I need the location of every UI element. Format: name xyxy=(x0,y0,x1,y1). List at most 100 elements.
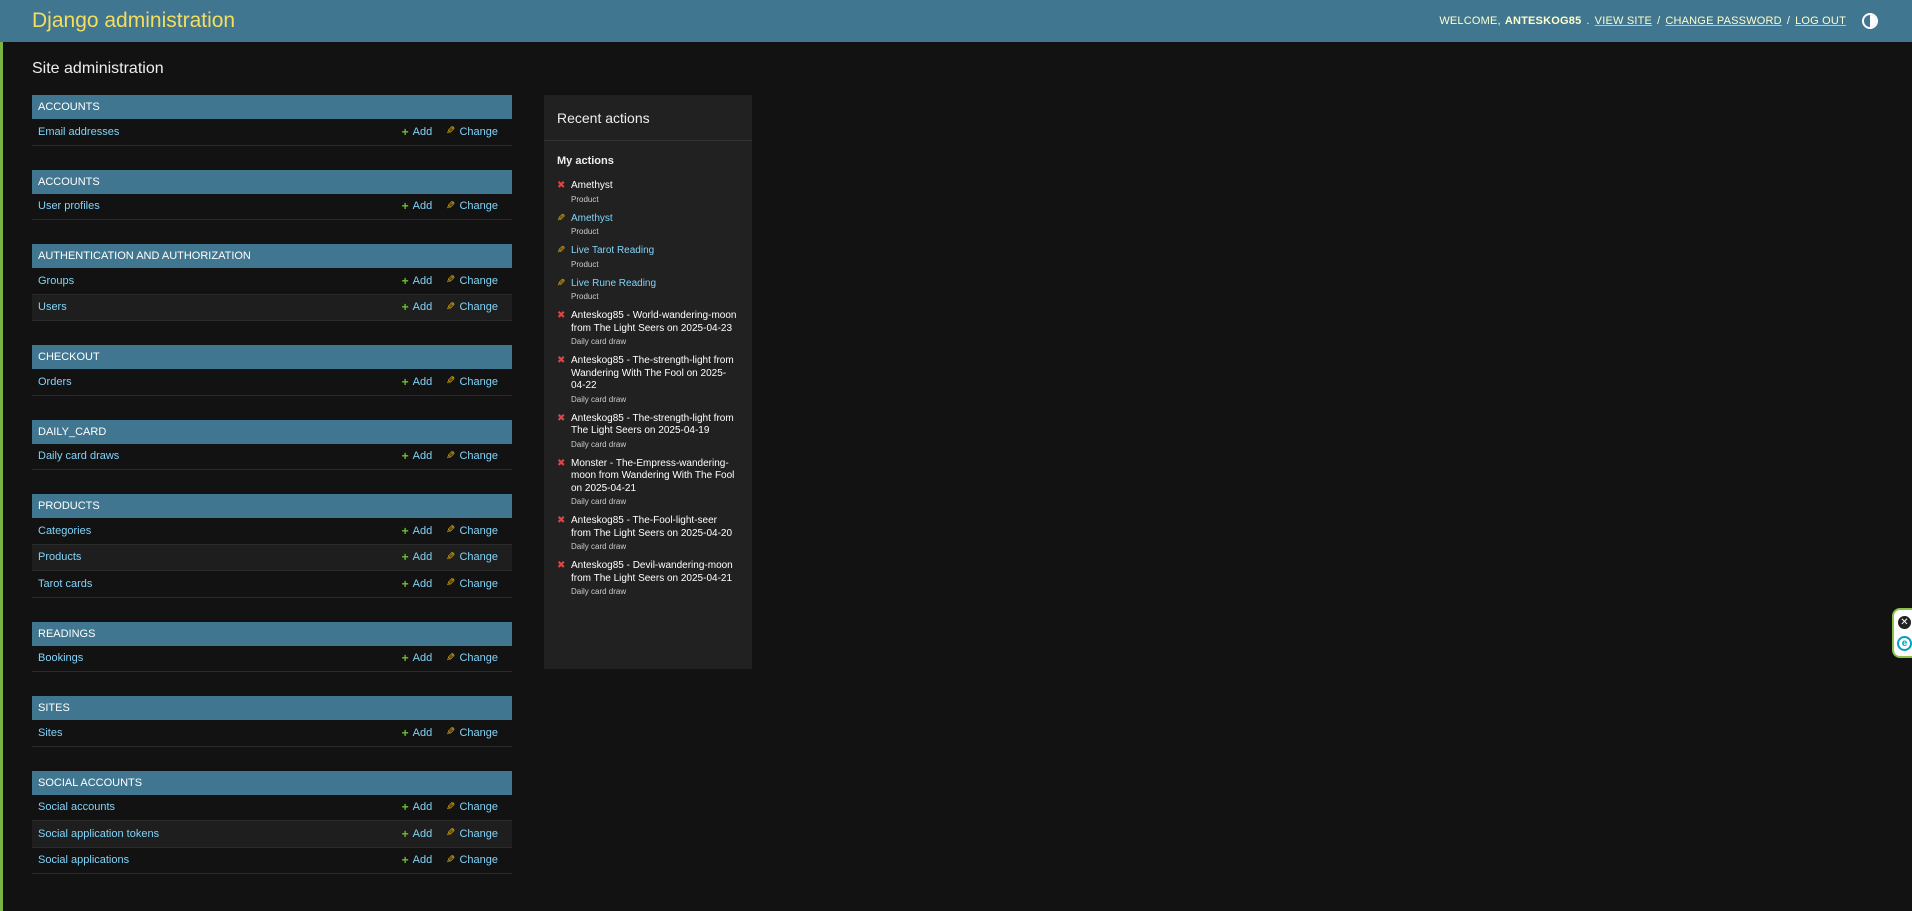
action-text: Live Rune Reading Product xyxy=(571,278,739,302)
module-caption[interactable]: Accounts xyxy=(32,95,512,119)
model-link[interactable]: Categories xyxy=(38,525,402,537)
add-label: Add xyxy=(412,274,433,287)
action-content-type: Product xyxy=(571,292,599,301)
change-label: Change xyxy=(459,274,498,287)
delete-x-icon: ✖ xyxy=(557,560,566,571)
change-link[interactable]: ✎ Change xyxy=(446,652,498,665)
change-link[interactable]: ✎ Change xyxy=(446,450,498,463)
change-label: Change xyxy=(459,801,498,814)
add-link[interactable]: + Add xyxy=(402,450,433,462)
add-link[interactable]: + Add xyxy=(402,525,433,537)
change-link[interactable]: ✎ Change xyxy=(446,726,498,739)
model-link[interactable]: Products xyxy=(38,551,402,563)
action-object-name[interactable]: Live Rune Reading xyxy=(571,278,739,291)
model-link[interactable]: Users xyxy=(38,301,402,313)
module-caption[interactable]: Authentication and Authorization xyxy=(32,244,512,268)
module-caption[interactable]: Sites xyxy=(32,696,512,720)
action-object-name[interactable]: Live Tarot Reading xyxy=(571,245,739,258)
recent-action-item: ✖ Anteskog85 - Devil-wandering-moon from … xyxy=(544,555,752,600)
change-label: Change xyxy=(459,551,498,564)
model-link[interactable]: Social applications xyxy=(38,854,402,866)
add-link[interactable]: + Add xyxy=(402,854,433,866)
left-accent-bar xyxy=(0,0,3,911)
site-brand[interactable]: Django administration xyxy=(32,9,235,33)
app-module: Checkout Orders + Add ✎ Change xyxy=(32,345,512,396)
add-link[interactable]: + Add xyxy=(402,652,433,664)
site-header: Django administration Welcome, ANTESKOG8… xyxy=(0,0,1912,42)
model-link[interactable]: Bookings xyxy=(38,652,402,664)
model-link[interactable]: Daily card draws xyxy=(38,450,402,462)
change-link[interactable]: ✎ Change xyxy=(446,375,498,388)
side-widget[interactable]: ✕ e xyxy=(1892,608,1912,658)
change-link[interactable]: ✎ Change xyxy=(446,274,498,287)
close-circle-icon[interactable]: ✕ xyxy=(1898,616,1911,629)
change-link[interactable]: ✎ Change xyxy=(446,827,498,840)
add-link[interactable]: + Add xyxy=(402,301,433,313)
pencil-icon: ✎ xyxy=(446,524,456,537)
module-caption[interactable]: Accounts xyxy=(32,169,512,194)
change-link[interactable]: ✎ Change xyxy=(446,854,498,867)
plus-icon: + xyxy=(401,725,409,740)
add-link[interactable]: + Add xyxy=(402,801,433,813)
change-link[interactable]: ✎ Change xyxy=(446,577,498,590)
model-link[interactable]: Sites xyxy=(38,727,402,739)
plus-icon: + xyxy=(401,199,409,214)
add-link[interactable]: + Add xyxy=(402,376,433,388)
model-link[interactable]: Social accounts xyxy=(38,801,402,813)
recent-action-item: ✎ Amethyst Product xyxy=(544,208,752,241)
recent-action-item: ✎ Live Tarot Reading Product xyxy=(544,240,752,273)
action-object-name[interactable]: Amethyst xyxy=(571,213,739,226)
action-object-name: Anteskog85 - World-wandering-moon from T… xyxy=(571,310,737,334)
change-link[interactable]: ✎ Change xyxy=(446,551,498,564)
change-link[interactable]: ✎ Change xyxy=(446,524,498,537)
model-link[interactable]: User profiles xyxy=(38,200,402,212)
welcome-text: Welcome, xyxy=(1439,15,1501,27)
module-caption[interactable]: Checkout xyxy=(32,345,512,369)
module-caption[interactable]: Social Accounts xyxy=(32,770,512,795)
plus-icon: + xyxy=(401,374,409,389)
change-link[interactable]: ✎ Change xyxy=(446,200,498,213)
pencil-icon: ✎ xyxy=(446,577,456,590)
change-link[interactable]: ✎ Change xyxy=(446,300,498,314)
theme-toggle-icon[interactable] xyxy=(1862,13,1878,29)
delete-x-icon: ✖ xyxy=(557,412,566,424)
plus-icon: + xyxy=(401,523,409,538)
pencil-icon: ✎ xyxy=(557,245,566,256)
view-site-link[interactable]: View site xyxy=(1595,15,1652,27)
add-link[interactable]: + Add xyxy=(402,275,433,287)
module-caption[interactable]: Products xyxy=(32,494,512,518)
action-text: Anteskog85 - The-strength-light from Wan… xyxy=(571,355,739,404)
add-link[interactable]: + Add xyxy=(402,828,433,840)
add-link[interactable]: + Add xyxy=(402,126,433,138)
add-link[interactable]: + Add xyxy=(402,200,433,212)
change-label: Change xyxy=(459,200,498,213)
change-password-link[interactable]: Change password xyxy=(1665,15,1781,27)
action-object-name: Monster - The-Empress-wandering-moon fro… xyxy=(571,457,735,494)
model-link[interactable]: Social application tokens xyxy=(38,828,402,840)
pencil-icon: ✎ xyxy=(557,277,566,289)
recent-action-item: ✖ Anteskog85 - The-Fool-light-seer from T… xyxy=(544,510,752,555)
pencil-icon: ✎ xyxy=(446,300,456,313)
model-link[interactable]: Tarot cards xyxy=(38,578,402,590)
action-content-type: Daily card draw xyxy=(571,394,627,404)
change-link[interactable]: ✎ Change xyxy=(446,125,498,138)
add-link[interactable]: + Add xyxy=(402,551,433,563)
extension-e-icon[interactable]: e xyxy=(1897,636,1912,651)
add-label: Add xyxy=(412,375,433,388)
log-out-link[interactable]: Log out xyxy=(1795,15,1846,27)
model-row: Social accounts + Add ✎ Change xyxy=(32,795,512,821)
model-link[interactable]: Groups xyxy=(38,275,402,287)
model-link[interactable]: Orders xyxy=(38,376,402,388)
add-link[interactable]: + Add xyxy=(402,727,433,739)
model-link[interactable]: Email addresses xyxy=(38,126,402,138)
action-text: Amethyst Product xyxy=(571,213,739,237)
model-row: Daily card draws + Add ✎ Change xyxy=(32,444,512,470)
add-link[interactable]: + Add xyxy=(402,578,433,590)
change-link[interactable]: ✎ Change xyxy=(446,801,498,814)
change-label: Change xyxy=(459,827,498,840)
action-object-name: Anteskog85 - The-strength-light from Wan… xyxy=(571,355,734,391)
module-caption[interactable]: Daily_Card xyxy=(32,419,512,444)
separator: / xyxy=(1657,15,1661,27)
recent-actions-panel: Recent actions My actions ✖ Amethyst Produ… xyxy=(544,95,752,669)
module-caption[interactable]: Readings xyxy=(32,621,512,646)
